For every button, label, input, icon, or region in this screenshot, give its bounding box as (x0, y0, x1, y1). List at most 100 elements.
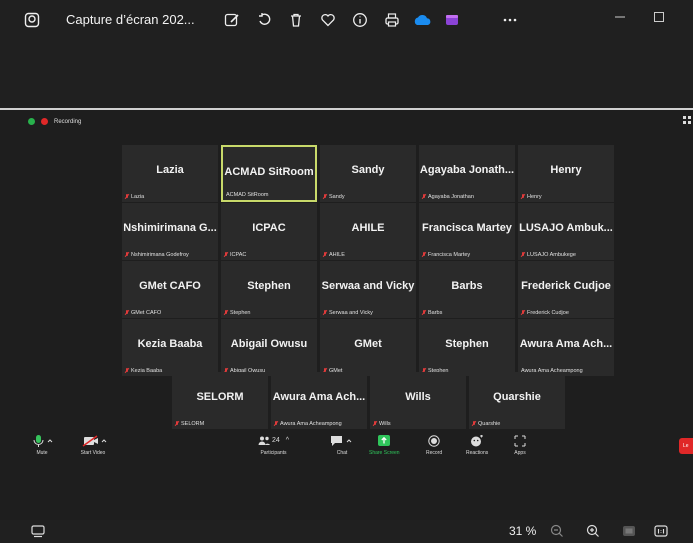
photos-bottom-bar: 31 % (0, 520, 693, 543)
participant-label-text: Sandy (329, 194, 345, 200)
muted-microphone-icon (472, 421, 476, 427)
participant-tile[interactable]: Agayaba Jonath... Agayaba Jonathan (419, 145, 515, 202)
chat-label: Chat (336, 450, 348, 456)
minimize-button[interactable] (611, 10, 629, 24)
participant-display-name: Quarshie (493, 391, 541, 403)
participant-name-label: ACMAD SitRoom (226, 192, 268, 198)
muted-microphone-icon (521, 252, 525, 258)
participant-tile[interactable]: AHILE AHILE (320, 203, 416, 260)
participant-display-name: Lazia (156, 164, 184, 176)
zoom-level: 31 % (509, 524, 537, 538)
fit-to-window-icon[interactable] (622, 524, 636, 538)
zoom-out-icon[interactable] (550, 524, 564, 538)
share-screen-button[interactable]: Share Screen (369, 435, 400, 456)
participant-tile[interactable]: Nshimirimana G... Nshimirimana Godefroy (122, 203, 218, 260)
chevron-up-icon (47, 439, 53, 443)
participant-label-text: Quarshie (478, 421, 501, 427)
info-icon[interactable] (349, 9, 371, 31)
participant-label-text: Kezia Baaba (131, 368, 163, 374)
participant-display-name: GMet CAFO (139, 280, 201, 292)
zoom-in-icon[interactable] (586, 524, 600, 538)
muted-microphone-icon (224, 310, 228, 316)
participant-tile[interactable]: Kezia Baaba Kezia Baaba (122, 319, 218, 376)
more-options-icon[interactable] (499, 9, 521, 31)
participant-display-name: Francisca Martey (422, 222, 512, 234)
muted-microphone-icon (323, 194, 327, 200)
participant-name-label: ICPAC (224, 252, 246, 258)
participant-name-label: AHILE (323, 252, 345, 258)
participant-label-text: Nshimirimana Godefroy (131, 252, 189, 258)
favorite-heart-icon[interactable] (317, 9, 339, 31)
participant-name-label: Stephen (224, 310, 251, 316)
participant-tile[interactable]: Wills Wills (370, 372, 466, 429)
zoom-meeting-image: Recording Lazia Lazia ACMAD SitRoom ACMAD S… (0, 108, 693, 522)
participants-button[interactable]: 24 ^ Participants (258, 435, 289, 456)
muted-microphone-icon (373, 421, 377, 427)
participant-tile[interactable]: Stephen Stephen (221, 261, 317, 318)
muted-microphone-icon (422, 252, 426, 258)
maximize-button[interactable] (650, 10, 668, 24)
rotate-icon[interactable] (253, 9, 275, 31)
filmstrip-icon[interactable] (31, 524, 45, 538)
record-button[interactable]: Record (426, 435, 442, 456)
muted-microphone-icon (323, 310, 327, 316)
photos-app-icon (21, 9, 43, 31)
start-video-label: Start Video (80, 450, 106, 456)
participant-label-text: Serwaa and Vicky (329, 310, 373, 316)
participant-display-name: Sandy (351, 164, 385, 176)
participant-tile[interactable]: LUSAJO Ambuk... LUSAJO Ambukege (518, 203, 614, 260)
participant-tile[interactable]: ICPAC ICPAC (221, 203, 317, 260)
participant-label-text: Wills (379, 421, 391, 427)
reactions-button[interactable]: Reactions (466, 435, 488, 456)
participant-tile[interactable]: Francisca Martey Francisca Martey (419, 203, 515, 260)
participant-display-name: Serwaa and Vicky (321, 280, 415, 292)
chevron-up-icon[interactable]: ^ (286, 437, 289, 444)
participant-tile[interactable]: Frederick Cudjoe Frederick Cudjoe (518, 261, 614, 318)
clipchamp-icon[interactable] (441, 9, 463, 31)
participant-tile[interactable]: Stephen Stephen (419, 319, 515, 376)
participant-tile[interactable]: GMet GMet (320, 319, 416, 376)
participant-label-text: ICPAC (230, 252, 247, 258)
actual-size-icon[interactable] (654, 524, 668, 538)
participant-tile[interactable]: GMet CAFO GMet CAFO (122, 261, 218, 318)
participant-name-label: SELORM (175, 421, 204, 427)
participant-display-name: SELORM (196, 391, 244, 403)
window-title: Capture d’écran 202... (66, 12, 195, 27)
start-video-button[interactable]: Start Video (78, 435, 108, 456)
reactions-label: Reactions (466, 450, 489, 456)
leave-button[interactable]: Le (679, 438, 693, 454)
participant-display-name: ICPAC (252, 222, 286, 234)
muted-microphone-icon (521, 194, 525, 200)
participant-tile[interactable]: Abigail Owusu Abigail Owusu (221, 319, 317, 376)
muted-microphone-icon (224, 252, 228, 258)
delete-icon[interactable] (285, 9, 307, 31)
apps-label: Apps (514, 450, 526, 456)
onedrive-cloud-icon[interactable] (411, 9, 433, 31)
mute-button[interactable]: Mute (30, 435, 54, 456)
edit-image-icon[interactable] (221, 9, 243, 31)
participant-tile[interactable]: Henry Henry (518, 145, 614, 202)
participant-display-name: ACMAD SitRoom (224, 166, 314, 178)
participant-display-name: Nshimirimana G... (123, 222, 217, 234)
participant-tile[interactable]: Sandy Sandy (320, 145, 416, 202)
reactions-emoji-icon (471, 435, 484, 447)
participant-name-label: Serwaa and Vicky (323, 310, 373, 316)
participant-tile[interactable]: Lazia Lazia (122, 145, 218, 202)
participant-tile[interactable]: Quarshie Quarshie (469, 372, 565, 429)
muted-microphone-icon (521, 310, 525, 316)
participant-name-label: Lazia (125, 194, 144, 200)
participant-tile[interactable]: SELORM SELORM (172, 372, 268, 429)
participant-label-text: SELORM (181, 421, 205, 427)
participant-display-name: Kezia Baaba (137, 338, 203, 350)
participant-tile[interactable]: Awura Ama Ach... Awura Ama Acheampong (271, 372, 367, 429)
participant-name-label: Kezia Baaba (125, 368, 162, 374)
participant-label-text: Agayaba Jonathan (428, 194, 474, 200)
chat-button[interactable]: Chat (329, 435, 355, 456)
print-icon[interactable] (381, 9, 403, 31)
apps-button[interactable]: Apps (514, 435, 526, 456)
participant-tile[interactable]: Barbs Barbs (419, 261, 515, 318)
participant-tile[interactable]: ACMAD SitRoom ACMAD SitRoom (221, 145, 317, 202)
microphone-icon (33, 435, 53, 447)
participant-tile[interactable]: Serwaa and Vicky Serwaa and Vicky (320, 261, 416, 318)
participant-tile[interactable]: Awura Ama Ach... Awura Ama Acheampong (518, 319, 614, 376)
